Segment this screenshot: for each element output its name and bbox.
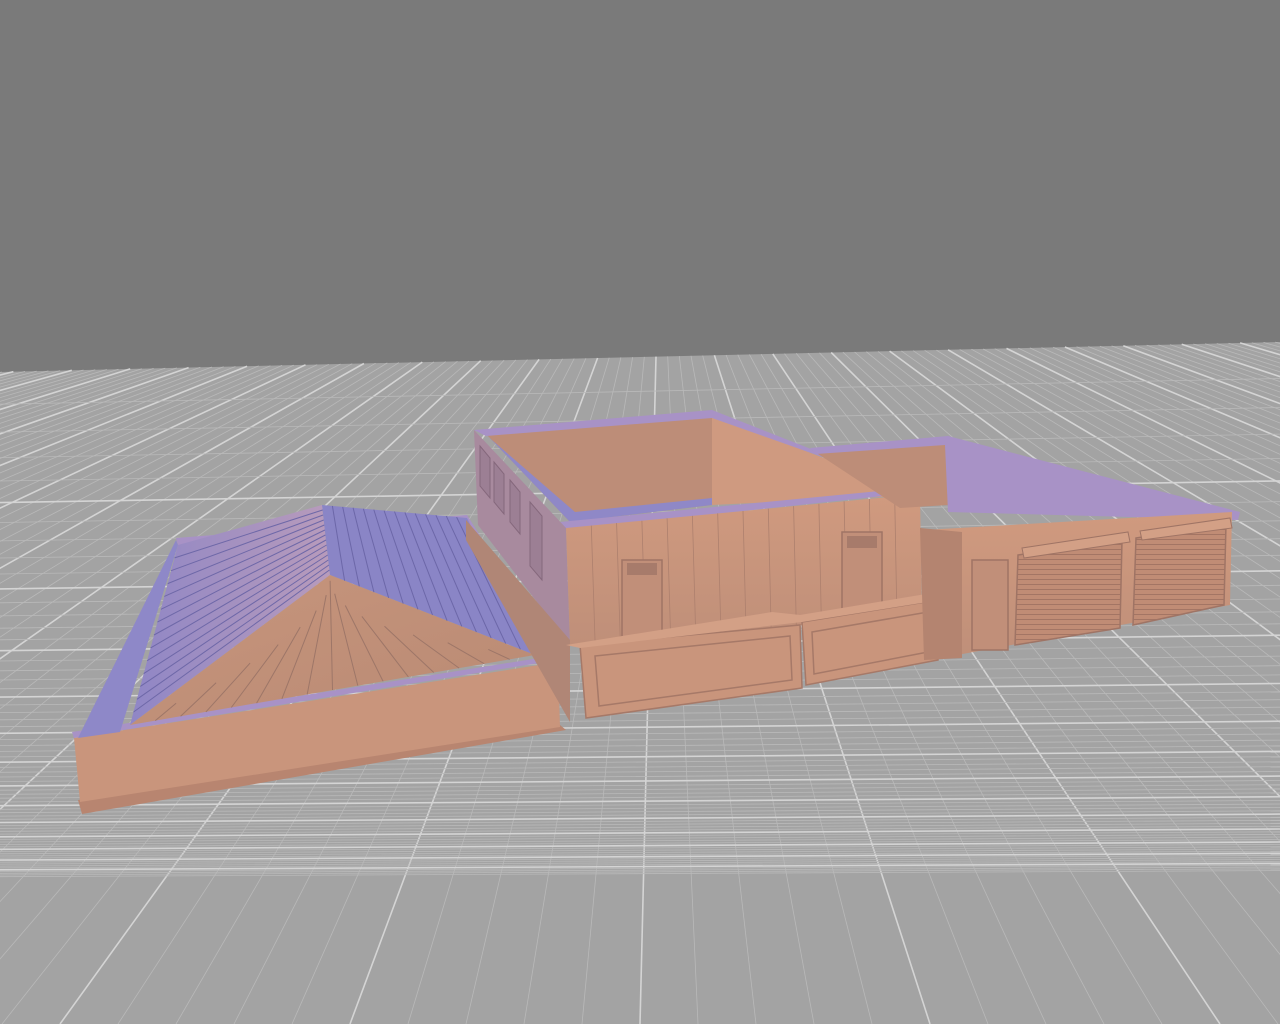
- garage-side-door: [971, 559, 1009, 651]
- scene-canvas[interactable]: [0, 0, 1280, 1024]
- front-door-left-transom: [627, 563, 657, 575]
- front-door-right-transom: [847, 536, 877, 548]
- 3d-viewport[interactable]: [0, 0, 1280, 1024]
- garage-left-face: [920, 528, 962, 660]
